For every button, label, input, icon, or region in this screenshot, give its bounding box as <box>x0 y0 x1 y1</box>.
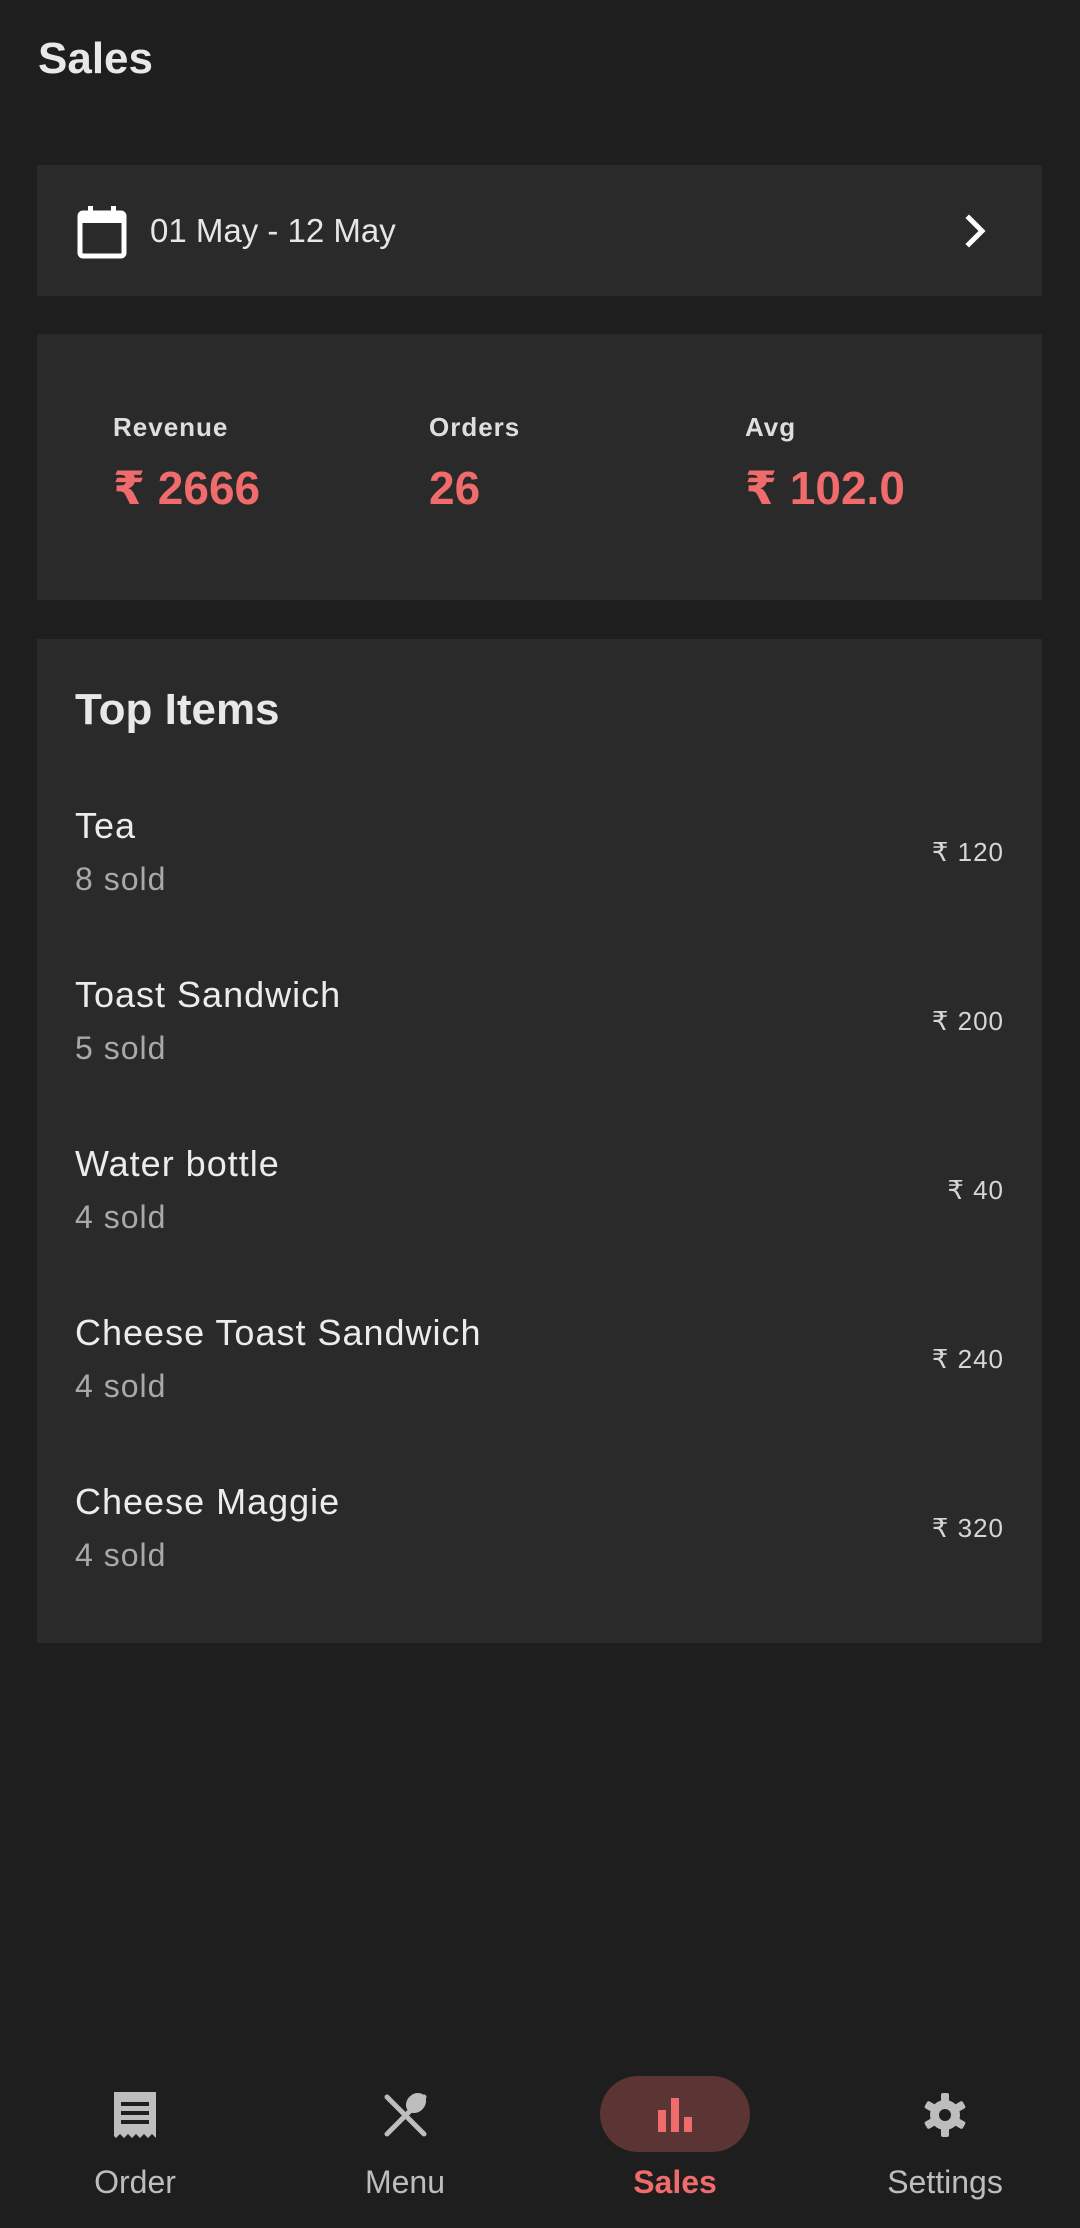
item-name: Tea <box>75 805 137 846</box>
date-range-label: 01 May - 12 May <box>150 212 396 249</box>
sales-screen: Sales 01 May - 12 May Revenue ₹ 2666 Ord… <box>0 0 1080 2228</box>
item-price: ₹ 200 <box>931 1006 1004 1036</box>
date-range-selector[interactable]: 01 May - 12 May <box>37 165 1042 296</box>
page-title: Sales <box>38 34 153 83</box>
list-item[interactable]: Cheese Toast Sandwich 4 sold ₹ 240 <box>37 1282 1042 1451</box>
top-items-title: Top Items <box>75 685 280 734</box>
list-item[interactable]: Cheese Maggie 4 sold ₹ 320 <box>37 1451 1042 1620</box>
top-items-card: Top Items Tea 8 sold ₹ 120 Toast Sandwic… <box>37 639 1042 1643</box>
nav-label: Menu <box>364 2164 446 2200</box>
stat-avg: Avg ₹ 102.0 <box>745 412 905 515</box>
item-sold-count: 8 sold <box>75 861 167 897</box>
gear-icon <box>924 2093 966 2137</box>
item-name: Cheese Maggie <box>75 1481 341 1522</box>
stat-value: ₹ 102.0 <box>745 462 905 514</box>
stat-label: Orders <box>429 412 521 442</box>
item-price: ₹ 120 <box>931 837 1004 867</box>
nav-label: Order <box>94 2164 176 2200</box>
list-item[interactable]: Tea 8 sold ₹ 120 <box>37 775 1042 944</box>
stat-value: ₹ 2666 <box>113 462 261 514</box>
restaurant-icon <box>384 2092 427 2137</box>
bar-chart-icon <box>658 2098 692 2132</box>
stat-label: Revenue <box>113 412 229 442</box>
item-name: Cheese Toast Sandwich <box>75 1312 482 1353</box>
sales-summary-card: Revenue ₹ 2666 Orders 26 Avg ₹ 102.0 <box>37 334 1042 600</box>
item-price: ₹ 320 <box>931 1513 1004 1543</box>
item-sold-count: 4 sold <box>75 1199 167 1235</box>
nav-item-sales[interactable]: Sales <box>540 2054 810 2228</box>
nav-item-settings[interactable]: Settings <box>810 2054 1080 2228</box>
list-item[interactable]: Toast Sandwich 5 sold ₹ 200 <box>37 944 1042 1113</box>
stat-revenue: Revenue ₹ 2666 <box>113 412 260 515</box>
list-item[interactable]: Water bottle 4 sold ₹ 40 <box>37 1113 1042 1282</box>
stat-orders: Orders 26 <box>429 412 520 515</box>
item-price: ₹ 240 <box>931 1344 1004 1374</box>
nav-label: Settings <box>887 2164 1003 2200</box>
nav-item-order[interactable]: Order <box>0 2054 270 2228</box>
calendar-icon <box>77 206 127 259</box>
item-sold-count: 5 sold <box>75 1030 167 1066</box>
nav-item-menu[interactable]: Menu <box>270 2054 540 2228</box>
item-price: ₹ 40 <box>947 1175 1004 1205</box>
nav-label: Sales <box>633 2164 717 2200</box>
receipt-icon <box>114 2092 156 2138</box>
item-name: Toast Sandwich <box>75 974 342 1015</box>
bottom-navigation: Order Menu Sales Settings <box>0 2054 1080 2228</box>
stat-value: 26 <box>429 462 481 514</box>
stat-label: Avg <box>745 412 797 442</box>
item-name: Water bottle <box>75 1143 280 1184</box>
item-sold-count: 4 sold <box>75 1537 167 1573</box>
chevron-right-icon[interactable] <box>956 211 996 251</box>
item-sold-count: 4 sold <box>75 1368 167 1404</box>
